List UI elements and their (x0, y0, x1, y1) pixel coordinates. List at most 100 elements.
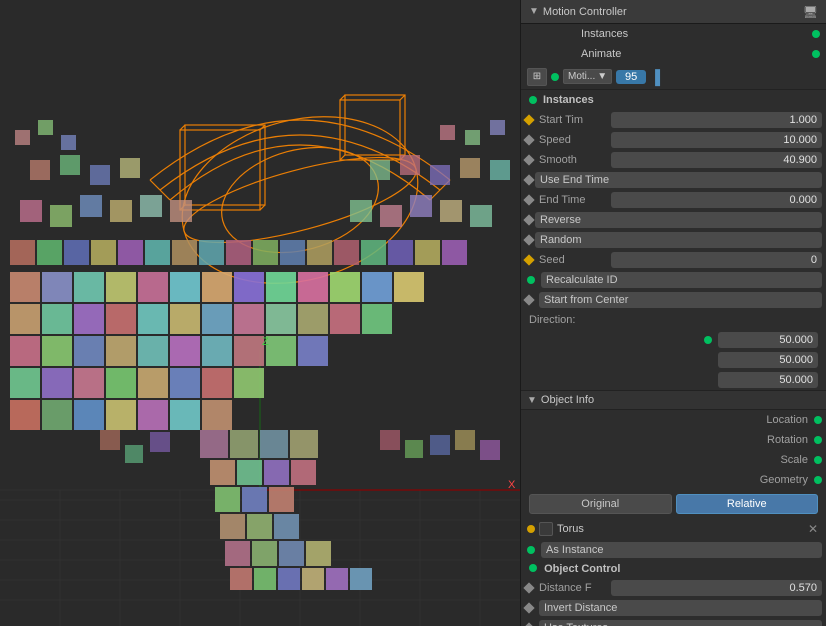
reverse-diamond-icon[interactable] (523, 214, 534, 225)
geometry-label: Geometry (760, 474, 808, 486)
animate-label: Animate (581, 48, 621, 60)
object-info-label: Object Info (541, 394, 594, 406)
animate-socket[interactable] (812, 50, 820, 58)
direction-label: Direction: (529, 314, 575, 326)
reverse-label[interactable]: Reverse (535, 212, 822, 228)
location-row: Location (521, 410, 826, 430)
random-diamond-icon[interactable] (523, 234, 534, 245)
end-time-label: End Time (539, 194, 609, 206)
object-control-text: Object Control (544, 563, 620, 575)
object-info-collapse-icon: ▼ (527, 395, 537, 406)
icon-button-1[interactable]: ⊞ (527, 68, 547, 86)
geometry-row: Geometry (521, 470, 826, 490)
use-textures-label[interactable]: Use Textures (539, 620, 822, 626)
smooth-value[interactable]: 40.900 (611, 152, 822, 168)
torus-label: Torus (557, 523, 802, 535)
panel-title: ▼ Motion Controller (529, 6, 627, 18)
connector-dot-1 (551, 73, 559, 81)
direction-value-2-row: 50.000 (521, 350, 826, 370)
start-time-diamond-icon[interactable] (523, 114, 534, 125)
start-time-value[interactable]: 1.000 (611, 112, 822, 128)
obj-control-connector (529, 564, 537, 572)
seed-diamond-icon[interactable] (523, 254, 534, 265)
direction-value-3-row: 50.000 (521, 370, 826, 390)
object-control-label: Object Control (521, 560, 826, 578)
distance-label: Distance F (539, 582, 609, 594)
speed-value[interactable]: 10.000 (611, 132, 822, 148)
instances-socket[interactable] (812, 30, 820, 38)
start-from-center-row: Start from Center (521, 290, 826, 310)
right-panel: ▼ Motion Controller 🖥 Instances Animate … (520, 0, 826, 626)
panel-settings-icon[interactable]: 🖥 (803, 5, 818, 19)
as-instance-label[interactable]: As Instance (541, 542, 822, 558)
instances-section-label: Instances (543, 94, 594, 106)
torus-checkbox[interactable] (539, 522, 553, 536)
speed-label: Speed (539, 134, 609, 146)
reverse-row: Reverse (521, 210, 826, 230)
scale-socket[interactable] (814, 456, 822, 464)
speed-diamond-icon[interactable] (523, 134, 534, 145)
top-control-bar: ⊞ Moti... ▼ 95 ▐ (521, 64, 826, 90)
direction-value-2[interactable]: 50.000 (718, 352, 818, 368)
instances-connector (529, 96, 537, 104)
object-info-header[interactable]: ▼ Object Info (521, 390, 826, 410)
smooth-row: Smooth 40.900 (521, 150, 826, 170)
use-end-time-label[interactable]: Use End Time (535, 172, 822, 188)
speed-row: Speed 10.000 (521, 130, 826, 150)
recalculate-id-connector (527, 276, 535, 284)
seed-row: Seed 0 (521, 250, 826, 270)
distance-diamond-icon[interactable] (523, 582, 534, 593)
start-from-center-label[interactable]: Start from Center (539, 292, 822, 308)
panel-title-label: Motion Controller (543, 6, 627, 18)
use-end-time-row: Use End Time (521, 170, 826, 190)
end-time-diamond-icon[interactable] (523, 194, 534, 205)
distance-row: Distance F 0.570 (521, 578, 826, 598)
as-instance-connector (527, 546, 535, 554)
end-time-row: End Time 0.000 (521, 190, 826, 210)
location-label: Location (766, 414, 808, 426)
rotation-row: Rotation (521, 430, 826, 450)
relative-button[interactable]: Relative (676, 494, 819, 514)
start-time-label: Start Tim (539, 114, 609, 126)
svg-text:X: X (508, 479, 516, 491)
original-relative-row: Original Relative (521, 490, 826, 518)
original-button[interactable]: Original (529, 494, 672, 514)
bar-chart-icon: ▐ (650, 69, 660, 85)
seed-value[interactable]: 0 (611, 252, 822, 268)
invert-distance-label[interactable]: Invert Distance (539, 600, 822, 616)
value-field-95[interactable]: 95 (616, 70, 646, 84)
as-instance-row: As Instance (521, 540, 826, 560)
invert-distance-diamond-icon[interactable] (523, 602, 534, 613)
rotation-label: Rotation (767, 434, 808, 446)
torus-close-button[interactable]: ✕ (806, 522, 820, 536)
direction-value-1[interactable]: 50.000 (718, 332, 818, 348)
instances-section-header: Instances (521, 90, 826, 110)
motion-dropdown[interactable]: Moti... ▼ (563, 69, 612, 84)
svg-text:Z: Z (262, 336, 269, 348)
scale-row: Scale (521, 450, 826, 470)
instances-label: Instances (581, 28, 628, 40)
smooth-diamond-icon[interactable] (523, 154, 534, 165)
viewport[interactable]: X Z (0, 0, 520, 626)
random-label[interactable]: Random (535, 232, 822, 248)
recalculate-id-label[interactable]: Recalculate ID (541, 272, 822, 288)
distance-value[interactable]: 0.570 (611, 580, 822, 596)
use-end-time-diamond-icon[interactable] (523, 174, 534, 185)
geometry-socket[interactable] (814, 476, 822, 484)
random-row: Random (521, 230, 826, 250)
collapse-arrow-icon[interactable]: ▼ (529, 6, 539, 17)
end-time-value[interactable]: 0.000 (611, 192, 822, 208)
panel-header: ▼ Motion Controller 🖥 (521, 0, 826, 24)
use-textures-diamond-icon[interactable] (523, 622, 534, 626)
location-socket[interactable] (814, 416, 822, 424)
dropdown-arrow-icon: ▼ (597, 71, 607, 82)
invert-distance-row: Invert Distance (521, 598, 826, 618)
direction-connector-1 (704, 336, 712, 344)
animate-socket-row: Animate (521, 44, 826, 64)
start-time-row: Start Tim 1.000 (521, 110, 826, 130)
rotation-socket[interactable] (814, 436, 822, 444)
motion-dropdown-label: Moti... (568, 71, 595, 82)
start-from-center-diamond-icon[interactable] (523, 294, 534, 305)
recalculate-id-row[interactable]: Recalculate ID (521, 270, 826, 290)
direction-value-3[interactable]: 50.000 (718, 372, 818, 388)
